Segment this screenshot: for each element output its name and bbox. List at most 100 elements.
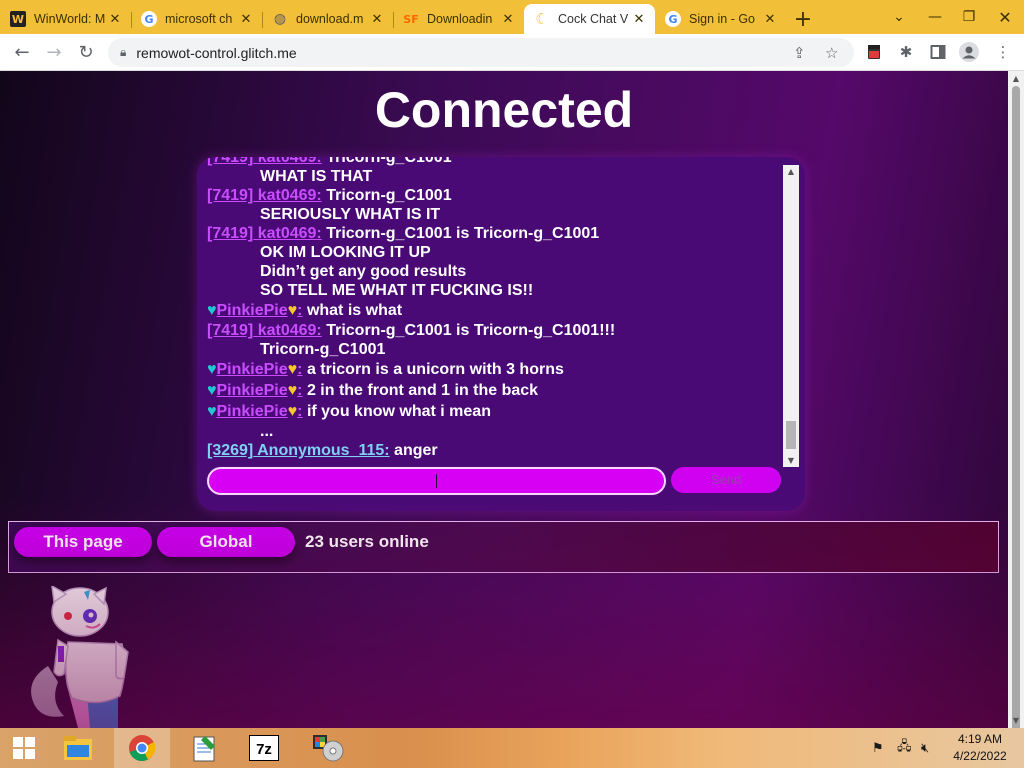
media-app-icon[interactable] bbox=[300, 728, 356, 768]
tab-search-icon[interactable]: ⌄ bbox=[884, 0, 914, 34]
chat-message-text: OK IM LOOKING IT UP bbox=[260, 244, 431, 261]
scroll-down-icon[interactable]: ▼ bbox=[783, 456, 799, 465]
chat-message-text: Tricorn-g_C1001 is Tricorn-g_C1001!!! bbox=[326, 322, 616, 339]
chat-user-id: [7419] bbox=[207, 157, 254, 166]
chat-message-text: if you know what i mean bbox=[306, 403, 491, 420]
chat-username-text: kat0469 bbox=[257, 157, 317, 166]
message-input[interactable] bbox=[207, 467, 666, 495]
chat-username[interactable]: [7419] kat0469: bbox=[207, 187, 322, 204]
close-tab-icon[interactable]: ✕ bbox=[500, 12, 516, 27]
browser-tab[interactable]: ☾ Cock Chat V ✕ bbox=[524, 4, 655, 34]
chat-message: SERIOUSLY WHAT IS IT bbox=[207, 205, 783, 224]
7-zip-icon[interactable]: 7z bbox=[236, 728, 292, 768]
chat-message-text: WHAT IS THAT bbox=[260, 168, 373, 185]
browser-tab[interactable]: W WinWorld: M ✕ bbox=[0, 4, 131, 34]
volume-muted-icon[interactable]: 🔇︎ bbox=[921, 728, 929, 768]
start-button[interactable] bbox=[0, 728, 48, 768]
close-window-icon[interactable]: ✕ bbox=[986, 0, 1024, 34]
chat-message-text: Tricorn-g_C1001 is Tricorn-g_C1001 bbox=[326, 225, 600, 242]
close-tab-icon[interactable]: ✕ bbox=[238, 12, 254, 27]
notepad-icon[interactable] bbox=[176, 728, 232, 768]
chat-username[interactable]: [7419] kat0469: bbox=[207, 157, 322, 166]
side-panel-icon[interactable] bbox=[928, 42, 948, 62]
windows-taskbar: 7z ⚑ 🖧︎ 🔇︎ 4:19 AM 4/22/2022 bbox=[0, 728, 1024, 768]
network-icon[interactable]: 🖧︎ bbox=[897, 728, 912, 768]
page-scroll-down-icon[interactable]: ▼ bbox=[1008, 716, 1024, 725]
file-explorer-icon[interactable] bbox=[50, 728, 106, 768]
name-separator: : bbox=[297, 361, 303, 378]
chat-message: ♥PinkiePie♥: what is what bbox=[207, 300, 783, 321]
browser-tab[interactable]: G Sign in - Go ✕ bbox=[655, 4, 786, 34]
action-center-flag-icon[interactable]: ⚑ bbox=[872, 728, 884, 768]
tab-strip: W WinWorld: M ✕ Gmicrosoft ch ✕ ◍ download.m ✕ S… bbox=[0, 0, 1024, 34]
url-text: remowot-control.glitch.me bbox=[136, 44, 297, 61]
chat-message-text: Tricorn-g_C1001 bbox=[326, 157, 452, 166]
bookmark-star-icon[interactable]: ☆ bbox=[825, 44, 838, 62]
globe-favicon-icon: ◍ bbox=[273, 11, 287, 27]
extensions-puzzle-icon[interactable]: ✱ bbox=[896, 42, 916, 62]
restore-icon[interactable]: ❐ bbox=[952, 0, 986, 34]
chat-messages: [7419] kat0469: Tricorn-g_C1001 WHAT IS T… bbox=[207, 157, 783, 460]
chat-username[interactable]: PinkiePie bbox=[217, 361, 288, 378]
browser-tab[interactable]: Gmicrosoft ch ✕ bbox=[131, 4, 262, 34]
tab-title: Cock Chat V bbox=[558, 12, 629, 26]
send-button[interactable]: Send bbox=[671, 467, 781, 493]
sourceforge-favicon-icon: SF bbox=[403, 12, 419, 26]
chat-username[interactable]: [3269] Anonymous_115: bbox=[207, 442, 390, 459]
profile-avatar-icon[interactable] bbox=[959, 42, 979, 62]
close-tab-icon[interactable]: ✕ bbox=[762, 12, 778, 27]
chat-message-text: SO TELL ME WHAT IT FUCKING IS!! bbox=[260, 282, 534, 299]
chat-username[interactable]: [7419] kat0469: bbox=[207, 322, 322, 339]
chat-scrollbar[interactable]: ▲ ▼ bbox=[783, 165, 799, 467]
chat-scrollbar-thumb[interactable] bbox=[786, 421, 796, 449]
forward-icon[interactable]: → bbox=[38, 36, 70, 68]
taskbar-clock[interactable]: 4:19 AM 4/22/2022 bbox=[944, 731, 1016, 765]
this-page-button[interactable]: This page bbox=[14, 527, 152, 557]
chat-box: [7419] kat0469: Tricorn-g_C1001 WHAT IS T… bbox=[197, 157, 805, 511]
extension-timer-icon[interactable] bbox=[864, 42, 884, 62]
close-tab-icon[interactable]: ✕ bbox=[631, 12, 647, 27]
address-bar[interactable]: 🔒︎ remowot-control.glitch.me ⇪ ☆ bbox=[108, 38, 854, 67]
close-tab-icon[interactable]: ✕ bbox=[107, 12, 123, 27]
browser-tab[interactable]: ◍ download.m ✕ bbox=[262, 4, 393, 34]
chat-user-id: [7419] bbox=[207, 322, 254, 339]
chat-username[interactable]: PinkiePie bbox=[217, 302, 288, 319]
reload-icon[interactable]: ↻ bbox=[70, 36, 102, 68]
chat-user-id: [7419] bbox=[207, 187, 254, 204]
chat-username[interactable]: PinkiePie bbox=[217, 403, 288, 420]
chat-message: [7419] kat0469: Tricorn-g_C1001 bbox=[207, 157, 783, 167]
chat-username[interactable]: [7419] kat0469: bbox=[207, 225, 322, 242]
back-icon[interactable]: ← bbox=[6, 36, 38, 68]
users-online-count: 23 users online bbox=[305, 532, 429, 551]
chat-username[interactable]: PinkiePie bbox=[217, 382, 288, 399]
chrome-menu-icon[interactable]: ⋮ bbox=[993, 42, 1013, 62]
chrome-taskbar-icon[interactable] bbox=[114, 728, 170, 768]
lock-icon: 🔒︎ bbox=[120, 45, 127, 59]
scroll-up-icon[interactable]: ▲ bbox=[783, 167, 799, 176]
page-scrollbar-thumb[interactable] bbox=[1012, 86, 1020, 731]
chat-message: ♥PinkiePie♥: a tricorn is a unicorn with… bbox=[207, 359, 783, 380]
yellow-heart-icon: ♥ bbox=[287, 302, 298, 319]
name-separator: : bbox=[297, 403, 303, 420]
share-icon[interactable]: ⇪ bbox=[793, 44, 806, 62]
google-favicon-icon: G bbox=[141, 11, 157, 27]
tab-title: WinWorld: M bbox=[34, 12, 106, 26]
chat-message-text: anger bbox=[394, 442, 438, 459]
windows-logo-icon bbox=[13, 737, 35, 759]
chat-message: WHAT IS THAT bbox=[207, 167, 783, 186]
clock-date: 4/22/2022 bbox=[953, 749, 1007, 763]
tab-list: W WinWorld: M ✕ Gmicrosoft ch ✕ ◍ download.m ✕ S… bbox=[0, 4, 786, 34]
browser-tab[interactable]: SF Downloadin ✕ bbox=[393, 4, 524, 34]
chat-log[interactable]: [7419] kat0469: Tricorn-g_C1001 WHAT IS T… bbox=[207, 157, 783, 467]
new-tab-button[interactable]: + bbox=[786, 4, 820, 34]
global-button[interactable]: Global bbox=[157, 527, 295, 557]
minimize-icon[interactable]: — bbox=[918, 0, 952, 34]
chat-username-text: Anonymous_115 bbox=[257, 442, 385, 459]
chat-message: ♥PinkiePie♥: 2 in the front and 1 in the… bbox=[207, 380, 783, 401]
cyan-heart-icon: ♥ bbox=[207, 361, 217, 378]
chat-message: ♥PinkiePie♥: if you know what i mean bbox=[207, 401, 783, 422]
page-scrollbar[interactable]: ▲ ▼ bbox=[1008, 71, 1024, 731]
page-scroll-up-icon[interactable]: ▲ bbox=[1008, 74, 1024, 83]
winworld-favicon-icon: W bbox=[10, 11, 26, 27]
close-tab-icon[interactable]: ✕ bbox=[369, 12, 385, 27]
